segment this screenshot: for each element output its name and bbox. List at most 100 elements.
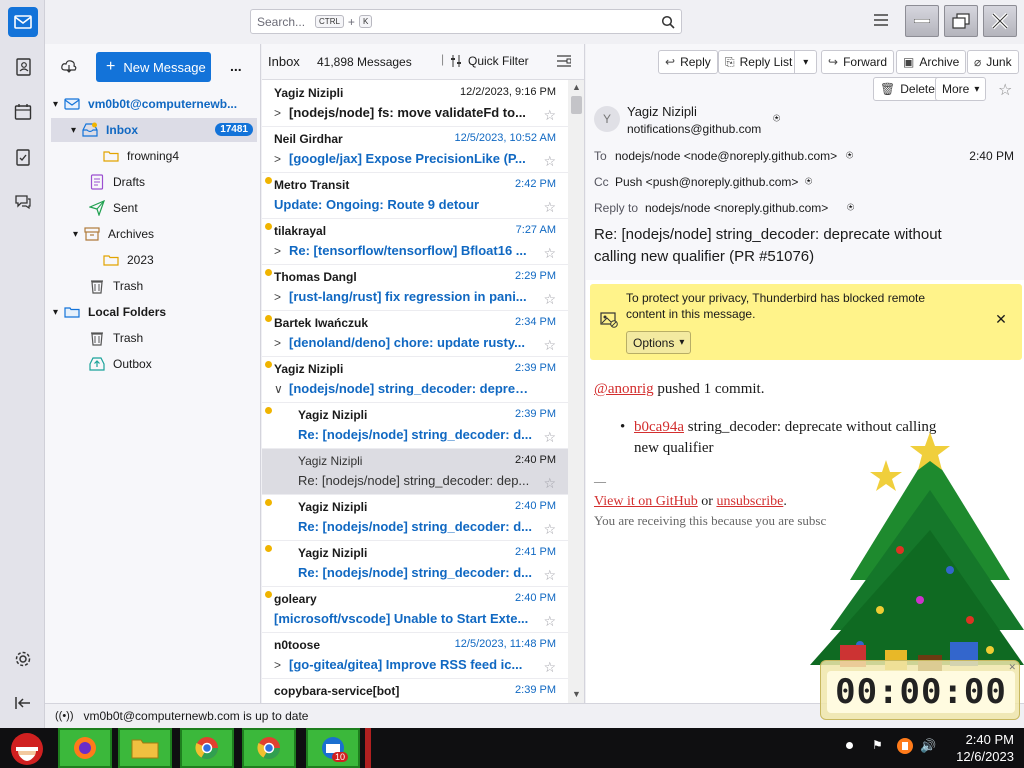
- taskbar-chrome-2[interactable]: [242, 728, 296, 768]
- folder-drafts[interactable]: Drafts: [89, 170, 145, 194]
- account-row[interactable]: ▾ vm0b0t@computernewb...: [53, 92, 258, 116]
- collapse-spaces-button[interactable]: [8, 688, 38, 718]
- chevron-down-icon[interactable]: ▾: [794, 51, 816, 73]
- taskbar-file-explorer[interactable]: [118, 728, 172, 768]
- calendar-space-button[interactable]: [8, 97, 38, 127]
- message-row[interactable]: copybara-service[bot] 2:39 PM: [262, 679, 568, 703]
- message-row[interactable]: Yagiz Nizipli 2:40 PM Re: [nodejs/node] …: [262, 495, 568, 541]
- taskbar-thunderbird[interactable]: 10: [306, 728, 360, 768]
- close-notice-button[interactable]: ✕: [990, 308, 1012, 330]
- scroll-up-icon[interactable]: ▲: [572, 82, 581, 92]
- close-icon[interactable]: ✕: [1008, 662, 1016, 673]
- local-folders-row[interactable]: ▾ Local Folders: [53, 300, 166, 324]
- folder-sent[interactable]: Sent: [89, 196, 138, 220]
- online-status-icon[interactable]: ((•)): [55, 710, 74, 722]
- chevron-down-icon[interactable]: ∨: [274, 382, 283, 396]
- star-icon[interactable]: ☆: [543, 659, 556, 676]
- forward-button[interactable]: ↪ Forward: [821, 50, 895, 74]
- message-row[interactable]: Metro Transit 2:42 PM Update: Ongoing: R…: [262, 173, 568, 219]
- star-icon[interactable]: ☆: [543, 475, 556, 492]
- chevron-right-icon[interactable]: >: [274, 658, 281, 672]
- quick-filter-button[interactable]: Quick Filter: [450, 54, 529, 68]
- to-value[interactable]: nodejs/node <node@noreply.github.com>: [615, 149, 837, 163]
- folder-frowning4[interactable]: frowning4: [103, 144, 179, 168]
- message-row[interactable]: goleary 2:40 PM [microsoft/vscode] Unabl…: [262, 587, 568, 633]
- unsubscribe-link[interactable]: unsubscribe: [716, 494, 783, 509]
- view-on-github-link[interactable]: View it on GitHub: [594, 494, 698, 509]
- volume-icon[interactable]: 🔊: [920, 738, 936, 754]
- reply-to-value[interactable]: nodejs/node <noreply.github.com>: [645, 201, 828, 215]
- mention-link[interactable]: @anonrig: [594, 381, 654, 397]
- scroll-down-icon[interactable]: ▼: [572, 689, 581, 699]
- reply-list-button[interactable]: ⎘ Reply List ▾: [718, 50, 818, 74]
- folder-2023[interactable]: 2023: [103, 248, 154, 272]
- close-window-button[interactable]: [983, 5, 1017, 37]
- folder-pane-more-button[interactable]: ...: [230, 58, 242, 74]
- tasks-space-button[interactable]: [8, 142, 38, 172]
- star-icon[interactable]: ☆: [543, 521, 556, 538]
- from-name[interactable]: Yagiz Nizipli: [627, 104, 697, 119]
- star-icon[interactable]: ☆: [543, 153, 556, 170]
- chevron-right-icon[interactable]: >: [274, 106, 281, 120]
- message-row[interactable]: Bartek Iwańczuk 2:34 PM > [denoland/deno…: [262, 311, 568, 357]
- folder-trash[interactable]: Trash: [89, 274, 143, 298]
- tray-dot-icon[interactable]: [846, 742, 853, 749]
- folder-archives[interactable]: ▾ Archives: [73, 222, 154, 246]
- message-row[interactable]: n0toose 12/5/2023, 11:48 PM > [go-gitea/…: [262, 633, 568, 679]
- junk-button[interactable]: ⌀ Junk: [967, 50, 1019, 74]
- chevron-right-icon[interactable]: >: [274, 290, 281, 304]
- list-display-options-button[interactable]: [557, 54, 571, 68]
- archive-button[interactable]: ▣ Archive: [896, 50, 967, 74]
- message-row[interactable]: Yagiz Nizipli 12/2/2023, 9:16 PM > [node…: [262, 81, 568, 127]
- star-icon[interactable]: ☆: [543, 107, 556, 124]
- mail-space-button[interactable]: [8, 7, 38, 37]
- scrollbar-thumb[interactable]: [571, 96, 582, 114]
- tray-app-icon[interactable]: [895, 736, 915, 756]
- message-list-scrollbar[interactable]: ▲ ▼: [568, 80, 584, 703]
- from-email[interactable]: notifications@github.com: [627, 122, 761, 136]
- get-messages-button[interactable]: [61, 60, 77, 74]
- new-message-button[interactable]: + New Message: [96, 52, 211, 82]
- app-menu-button[interactable]: [874, 14, 888, 26]
- flag-icon[interactable]: ⚑: [872, 738, 883, 752]
- message-row[interactable]: tilakrayal 7:27 AM > Re: [tensorflow/ten…: [262, 219, 568, 265]
- contact-icon[interactable]: ⍟: [773, 111, 780, 126]
- message-row[interactable]: Yagiz Nizipli 2:39 PM ∨ [nodejs/node] st…: [262, 357, 568, 403]
- star-icon[interactable]: ☆: [543, 199, 556, 216]
- commit-link[interactable]: b0ca94a: [634, 419, 684, 435]
- folder-inbox[interactable]: ▾ Inbox 17481: [51, 118, 257, 142]
- start-button[interactable]: [4, 728, 50, 768]
- star-icon[interactable]: ☆: [543, 291, 556, 308]
- message-row[interactable]: Neil Girdhar 12/5/2023, 10:52 AM > [goog…: [262, 127, 568, 173]
- address-book-space-button[interactable]: [8, 52, 38, 82]
- message-row-selected[interactable]: Yagiz Nizipli 2:40 PM Re: [nodejs/node] …: [262, 449, 568, 495]
- star-icon[interactable]: ☆: [543, 245, 556, 262]
- chevron-right-icon[interactable]: >: [274, 244, 281, 258]
- message-row[interactable]: Thomas Dangl 2:29 PM > [rust-lang/rust] …: [262, 265, 568, 311]
- folder-outbox[interactable]: Outbox: [89, 352, 152, 376]
- star-icon[interactable]: ☆: [543, 337, 556, 354]
- message-row[interactable]: Yagiz Nizipli 2:39 PM Re: [nodejs/node] …: [262, 403, 568, 449]
- taskbar-chrome-1[interactable]: [180, 728, 234, 768]
- message-row[interactable]: Yagiz Nizipli 2:41 PM Re: [nodejs/node] …: [262, 541, 568, 587]
- options-button[interactable]: Options ▾: [626, 331, 692, 354]
- chevron-right-icon[interactable]: >: [274, 152, 281, 166]
- taskbar-clock[interactable]: 2:40 PM 12/6/2023: [956, 731, 1014, 765]
- restore-button[interactable]: [944, 5, 978, 37]
- contact-icon[interactable]: ⍟: [846, 148, 853, 163]
- settings-space-button[interactable]: [8, 644, 38, 674]
- cc-value[interactable]: Push <push@noreply.github.com>: [615, 175, 798, 189]
- minimize-button[interactable]: [905, 5, 939, 37]
- contact-icon[interactable]: ⍟: [847, 200, 854, 215]
- star-icon[interactable]: ☆: [543, 613, 556, 630]
- star-icon[interactable]: ☆: [543, 429, 556, 446]
- more-button[interactable]: More ▾: [935, 77, 987, 101]
- global-search-input[interactable]: Search... CTRL + K: [250, 9, 682, 34]
- reply-button[interactable]: ↩ Reply: [658, 50, 718, 74]
- folder-local-trash[interactable]: Trash: [89, 326, 143, 350]
- taskbar-firefox[interactable]: [58, 728, 112, 768]
- delete-button[interactable]: 🗑 Delete: [873, 77, 942, 101]
- star-icon[interactable]: ☆: [998, 80, 1012, 100]
- chevron-right-icon[interactable]: >: [274, 336, 281, 350]
- contact-icon[interactable]: ⍟: [805, 174, 812, 189]
